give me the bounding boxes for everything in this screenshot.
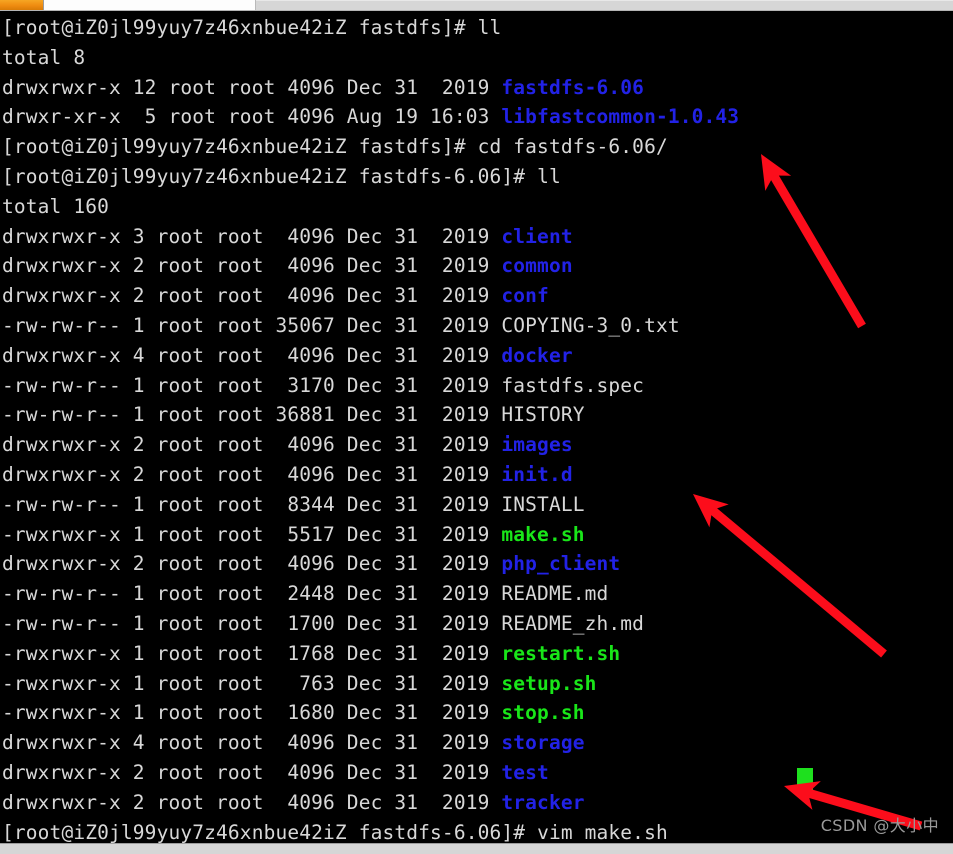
- listing-metadata: drwxrwxr-x 2 root root 4096 Dec 31 2019: [2, 284, 501, 307]
- listing-metadata: drwxrwxr-x 4 root root 4096 Dec 31 2019: [2, 731, 501, 754]
- shell-prompt: [root@iZ0jl99yuy7z46xnbue42iZ fastdfs-6.…: [2, 821, 537, 844]
- listing-filename: client: [501, 225, 572, 248]
- screenshot-root: [root@iZ0jl99yuy7z46xnbue42iZ fastdfs]# …: [0, 0, 953, 854]
- listing-filename: common: [501, 254, 572, 277]
- listing-filename: setup.sh: [501, 672, 596, 695]
- file-listing-row: drwxrwxr-x 2 root root 4096 Dec 31 2019 …: [2, 549, 953, 579]
- listing-metadata: -rwxrwxr-x 1 root root 763 Dec 31 2019: [2, 672, 501, 695]
- file-listing-row: drwxrwxr-x 4 root root 4096 Dec 31 2019 …: [2, 341, 953, 371]
- listing-filename: tracker: [501, 791, 584, 814]
- window-bottom-chrome: [0, 843, 953, 854]
- listing-metadata: -rw-rw-r-- 1 root root 35067 Dec 31 2019: [2, 314, 501, 337]
- listing-metadata: drwxrwxr-x 2 root root 4096 Dec 31 2019: [2, 254, 501, 277]
- toolbar-filler: [256, 0, 953, 10]
- listing-filename: conf: [501, 284, 549, 307]
- shell-prompt: [root@iZ0jl99yuy7z46xnbue42iZ fastdfs]#: [2, 135, 478, 158]
- listing-filename: make.sh: [501, 523, 584, 546]
- listing-filename: fastdfs-6.06: [501, 76, 644, 99]
- shell-command: ll: [478, 16, 502, 39]
- listing-filename: README_zh.md: [501, 612, 644, 635]
- terminal-text-line: total 160: [2, 192, 953, 222]
- taskbar-accent-block[interactable]: [0, 0, 44, 10]
- listing-metadata: drwxrwxr-x 3 root root 4096 Dec 31 2019: [2, 225, 501, 248]
- listing-metadata: -rwxrwxr-x 1 root root 5517 Dec 31 2019: [2, 523, 501, 546]
- listing-metadata: drwxrwxr-x 2 root root 4096 Dec 31 2019: [2, 552, 501, 575]
- file-listing-row: -rw-rw-r-- 1 root root 1700 Dec 31 2019 …: [2, 609, 953, 639]
- listing-filename: docker: [501, 344, 572, 367]
- file-listing-row: -rw-rw-r-- 1 root root 36881 Dec 31 2019…: [2, 400, 953, 430]
- listing-metadata: drwxrwxr-x 4 root root 4096 Dec 31 2019: [2, 344, 501, 367]
- listing-metadata: drwxrwxr-x 2 root root 4096 Dec 31 2019: [2, 761, 501, 784]
- listing-filename: stop.sh: [501, 701, 584, 724]
- terminal-text-line: total 8: [2, 43, 953, 73]
- listing-filename: libfastcommon-1.0.43: [501, 105, 739, 128]
- file-listing-row: drwxrwxr-x 4 root root 4096 Dec 31 2019 …: [2, 728, 953, 758]
- shell-command: ll: [537, 165, 561, 188]
- listing-filename: storage: [501, 731, 584, 754]
- listing-metadata: -rw-rw-r-- 1 root root 8344 Dec 31 2019: [2, 493, 501, 516]
- listing-metadata: drwxrwxr-x 12 root root 4096 Dec 31 2019: [2, 76, 501, 99]
- file-listing-row: -rw-rw-r-- 1 root root 8344 Dec 31 2019 …: [2, 490, 953, 520]
- listing-metadata: drwxr-xr-x 5 root root 4096 Aug 19 16:03: [2, 105, 501, 128]
- file-listing-row: drwxrwxr-x 2 root root 4096 Dec 31 2019 …: [2, 460, 953, 490]
- listing-total: total 8: [2, 46, 85, 69]
- listing-filename: COPYING-3_0.txt: [501, 314, 679, 337]
- listing-filename: HISTORY: [501, 403, 584, 426]
- terminal-tab[interactable]: [44, 0, 256, 10]
- shell-prompt: [root@iZ0jl99yuy7z46xnbue42iZ fastdfs-6.…: [2, 165, 537, 188]
- listing-filename: fastdfs.spec: [501, 374, 644, 397]
- terminal-prompt-line: [root@iZ0jl99yuy7z46xnbue42iZ fastdfs]# …: [2, 13, 953, 43]
- listing-filename: php_client: [501, 552, 620, 575]
- terminal-output[interactable]: [root@iZ0jl99yuy7z46xnbue42iZ fastdfs]# …: [0, 11, 953, 843]
- listing-filename: images: [501, 433, 572, 456]
- listing-metadata: -rw-rw-r-- 1 root root 2448 Dec 31 2019: [2, 582, 501, 605]
- file-listing-row: -rwxrwxr-x 1 root root 1768 Dec 31 2019 …: [2, 639, 953, 669]
- file-listing-row: drwxr-xr-x 5 root root 4096 Aug 19 16:03…: [2, 102, 953, 132]
- shell-command: vim make.sh: [537, 821, 680, 844]
- listing-metadata: drwxrwxr-x 2 root root 4096 Dec 31 2019: [2, 463, 501, 486]
- file-listing-row: drwxrwxr-x 2 root root 4096 Dec 31 2019 …: [2, 281, 953, 311]
- file-listing-row: drwxrwxr-x 12 root root 4096 Dec 31 2019…: [2, 73, 953, 103]
- terminal-prompt-line: [root@iZ0jl99yuy7z46xnbue42iZ fastdfs]# …: [2, 132, 953, 162]
- listing-filename: init.d: [501, 463, 572, 486]
- listing-metadata: -rw-rw-r-- 1 root root 1700 Dec 31 2019: [2, 612, 501, 635]
- listing-filename: test: [501, 761, 549, 784]
- listing-metadata: -rwxrwxr-x 1 root root 1768 Dec 31 2019: [2, 642, 501, 665]
- file-listing-row: drwxrwxr-x 2 root root 4096 Dec 31 2019 …: [2, 251, 953, 281]
- file-listing-row: -rwxrwxr-x 1 root root 5517 Dec 31 2019 …: [2, 520, 953, 550]
- file-listing-row: -rw-rw-r-- 1 root root 3170 Dec 31 2019 …: [2, 371, 953, 401]
- shell-command: cd fastdfs-6.06/: [478, 135, 668, 158]
- file-listing-row: -rw-rw-r-- 1 root root 35067 Dec 31 2019…: [2, 311, 953, 341]
- listing-metadata: -rwxrwxr-x 1 root root 1680 Dec 31 2019: [2, 701, 501, 724]
- listing-metadata: drwxrwxr-x 2 root root 4096 Dec 31 2019: [2, 791, 501, 814]
- listing-metadata: drwxrwxr-x 2 root root 4096 Dec 31 2019: [2, 433, 501, 456]
- listing-total: total 160: [2, 195, 109, 218]
- listing-metadata: -rw-rw-r-- 1 root root 3170 Dec 31 2019: [2, 374, 501, 397]
- window-top-chrome: [0, 0, 953, 11]
- listing-filename: INSTALL: [501, 493, 584, 516]
- shell-prompt: [root@iZ0jl99yuy7z46xnbue42iZ fastdfs]#: [2, 16, 478, 39]
- terminal-cursor: [797, 768, 813, 793]
- file-listing-row: -rwxrwxr-x 1 root root 763 Dec 31 2019 s…: [2, 669, 953, 699]
- csdn-watermark: CSDN @大小中: [821, 812, 939, 836]
- listing-filename: README.md: [501, 582, 608, 605]
- file-listing-row: -rwxrwxr-x 1 root root 1680 Dec 31 2019 …: [2, 698, 953, 728]
- terminal-prompt-line: [root@iZ0jl99yuy7z46xnbue42iZ fastdfs-6.…: [2, 162, 953, 192]
- listing-filename: restart.sh: [501, 642, 620, 665]
- file-listing-row: drwxrwxr-x 2 root root 4096 Dec 31 2019 …: [2, 430, 953, 460]
- file-listing-row: drwxrwxr-x 3 root root 4096 Dec 31 2019 …: [2, 222, 953, 252]
- listing-metadata: -rw-rw-r-- 1 root root 36881 Dec 31 2019: [2, 403, 501, 426]
- file-listing-row: -rw-rw-r-- 1 root root 2448 Dec 31 2019 …: [2, 579, 953, 609]
